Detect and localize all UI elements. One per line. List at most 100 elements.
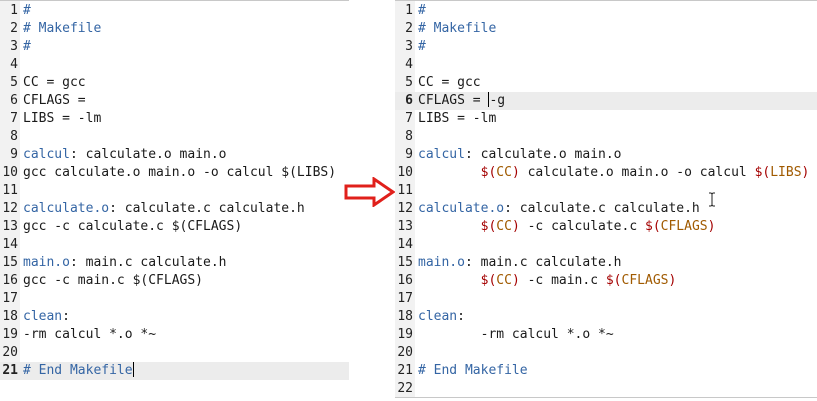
line-text[interactable]: gcc -c main.c $(CFLAGS) bbox=[23, 272, 203, 290]
line-text[interactable]: gcc calculate.o main.o -o calcul $(LIBS) bbox=[23, 164, 336, 182]
variable-token: CFLAGS bbox=[621, 273, 669, 288]
line-text[interactable]: LIBS = -lm bbox=[23, 110, 101, 128]
code-token: CC = gcc bbox=[418, 75, 481, 90]
code-line[interactable]: 7 LIBS = -lm bbox=[395, 110, 817, 128]
code-line[interactable]: 13 $(CC) -c calculate.c $(CFLAGS) bbox=[395, 218, 817, 236]
code-line[interactable]: 1 # bbox=[0, 2, 349, 20]
code-line[interactable]: 6 CFLAGS = -g bbox=[395, 92, 817, 110]
code-line[interactable]: 17 bbox=[395, 290, 817, 308]
line-text[interactable]: main.o: main.c calculate.h bbox=[418, 254, 622, 272]
line-text[interactable]: # End Makefile bbox=[418, 362, 528, 380]
line-number: 18 bbox=[397, 309, 413, 324]
code-line[interactable]: 20 bbox=[0, 344, 349, 362]
variable-token: $( bbox=[754, 165, 771, 180]
line-text[interactable]: LIBS = -lm bbox=[418, 110, 496, 128]
code-line[interactable]: 20 bbox=[395, 344, 817, 362]
code-line[interactable]: 16 gcc -c main.c $(CFLAGS) bbox=[0, 272, 349, 290]
line-text[interactable]: # Makefile bbox=[418, 20, 496, 38]
line-text[interactable]: $(CC) -c main.c $(CFLAGS) bbox=[418, 272, 677, 290]
code-line[interactable]: 18 clean: bbox=[0, 308, 349, 326]
code-line[interactable]: 21 # End Makefile bbox=[395, 362, 817, 380]
comment-token: # bbox=[23, 39, 31, 54]
code-line[interactable]: 11 bbox=[0, 182, 349, 200]
code-line[interactable]: 8 bbox=[0, 128, 349, 146]
code-line[interactable]: 3 # bbox=[0, 38, 349, 56]
line-text[interactable]: # End Makefile bbox=[23, 362, 134, 380]
code-line[interactable]: 9 calcul: calculate.o main.o bbox=[395, 146, 817, 164]
code-line[interactable]: 13 gcc -c calculate.c $(CFLAGS) bbox=[0, 218, 349, 236]
code-line[interactable]: 7 LIBS = -lm bbox=[0, 110, 349, 128]
line-number: 22 bbox=[397, 381, 413, 396]
line-number: 2 bbox=[10, 21, 18, 36]
line-text[interactable]: # bbox=[418, 38, 426, 56]
line-text[interactable]: CFLAGS = bbox=[23, 92, 86, 110]
code-line[interactable]: 11 bbox=[395, 182, 817, 200]
code-line[interactable]: 12 calculate.o: calculate.c calculate.h bbox=[0, 200, 349, 218]
line-text[interactable]: CFLAGS = -g bbox=[418, 92, 505, 110]
line-text[interactable]: clean: bbox=[418, 308, 465, 326]
line-number: 9 bbox=[10, 147, 18, 162]
code-token: -rm calcul *.o *~ bbox=[418, 327, 614, 342]
code-line[interactable]: 3 # bbox=[395, 38, 817, 56]
line-text[interactable]: # bbox=[23, 38, 31, 56]
code-line[interactable]: 5 CC = gcc bbox=[395, 74, 817, 92]
line-text[interactable]: CC = gcc bbox=[23, 74, 86, 92]
line-text[interactable]: calculate.o: calculate.c calculate.h bbox=[23, 200, 305, 218]
line-text[interactable]: $(CC) calculate.o main.o -o calcul $(LIB… bbox=[418, 164, 810, 182]
code-line[interactable]: 6 CFLAGS = bbox=[0, 92, 349, 110]
line-number: 3 bbox=[405, 39, 413, 54]
line-text[interactable]: # bbox=[418, 2, 426, 20]
line-text[interactable]: # bbox=[23, 2, 31, 20]
line-number: 17 bbox=[2, 291, 18, 306]
line-text[interactable]: $(CC) -c calculate.c $(CFLAGS) bbox=[418, 218, 716, 236]
code-line[interactable]: 4 bbox=[395, 56, 817, 74]
line-number: 14 bbox=[397, 237, 413, 252]
code-line[interactable]: 2 # Makefile bbox=[395, 20, 817, 38]
code-line[interactable]: 15 main.o: main.c calculate.h bbox=[0, 254, 349, 272]
code-token: -g bbox=[489, 93, 506, 108]
line-text[interactable]: # Makefile bbox=[23, 20, 101, 38]
line-text[interactable]: calcul: calculate.o main.o bbox=[23, 146, 227, 164]
code-token: CFLAGS = bbox=[23, 93, 86, 108]
code-line[interactable]: 19 -rm calcul *.o *~ bbox=[0, 326, 349, 344]
right-editor-pane[interactable]: 1 #2 # Makefile 3 #4 5 CC = gcc 6 CFLAGS = -g 7 LI… bbox=[395, 0, 817, 398]
code-line[interactable]: 16 $(CC) -c main.c $(CFLAGS) bbox=[395, 272, 817, 290]
code-line[interactable]: 22 bbox=[395, 380, 817, 398]
code-line[interactable]: 12 calculate.o: calculate.c calculate.h bbox=[395, 200, 817, 218]
code-line[interactable]: 18 clean: bbox=[395, 308, 817, 326]
code-line[interactable]: 8 bbox=[395, 128, 817, 146]
left-editor-pane[interactable]: 1 #2 # Makefile 3 #4 5 CC = gcc 6 CFLAGS = 7 LIBS … bbox=[0, 0, 349, 380]
variable-token: CC bbox=[496, 165, 512, 180]
line-number: 19 bbox=[2, 327, 18, 342]
line-text[interactable]: gcc -c calculate.c $(CFLAGS) bbox=[23, 218, 242, 236]
line-text[interactable]: main.o: main.c calculate.h bbox=[23, 254, 227, 272]
variable-token: ) bbox=[511, 273, 520, 288]
line-number: 8 bbox=[405, 129, 413, 144]
code-line[interactable]: 10 gcc calculate.o main.o -o calcul $(LIB… bbox=[0, 164, 349, 182]
code-line[interactable]: 21 # End Makefile bbox=[0, 362, 349, 380]
line-text[interactable]: calculate.o: calculate.c calculate.h bbox=[418, 200, 700, 218]
code-line[interactable]: 19 -rm calcul *.o *~ bbox=[395, 326, 817, 344]
line-text[interactable]: clean: bbox=[23, 308, 70, 326]
code-line[interactable]: 10 $(CC) calculate.o main.o -o calcul $(… bbox=[395, 164, 817, 182]
code-line[interactable]: 14 bbox=[0, 236, 349, 254]
code-line[interactable]: 5 CC = gcc bbox=[0, 74, 349, 92]
variable-token: $( bbox=[480, 273, 497, 288]
code-line[interactable]: 2 # Makefile bbox=[0, 20, 349, 38]
code-line[interactable]: 4 bbox=[0, 56, 349, 74]
line-number: 13 bbox=[2, 219, 18, 234]
code-lines[interactable]: 1 #2 # Makefile 3 #4 5 CC = gcc 6 CFLAGS = -g 7 LI… bbox=[395, 2, 817, 398]
line-text[interactable]: calcul: calculate.o main.o bbox=[418, 146, 622, 164]
line-text[interactable]: -rm calcul *.o *~ bbox=[418, 326, 614, 344]
code-token: -rm calcul *.o *~ bbox=[23, 327, 157, 342]
code-lines[interactable]: 1 #2 # Makefile 3 #4 5 CC = gcc 6 CFLAGS = 7 LIBS … bbox=[0, 2, 349, 380]
code-line[interactable]: 9 calcul: calculate.o main.o bbox=[0, 146, 349, 164]
line-number: 12 bbox=[397, 201, 413, 216]
line-text[interactable]: CC = gcc bbox=[418, 74, 481, 92]
code-token: : calculate.c calculate.h bbox=[504, 201, 700, 216]
line-text[interactable]: -rm calcul *.o *~ bbox=[23, 326, 156, 344]
code-line[interactable]: 15 main.o: main.c calculate.h bbox=[395, 254, 817, 272]
code-line[interactable]: 1 # bbox=[395, 2, 817, 20]
code-line[interactable]: 17 bbox=[0, 290, 349, 308]
code-line[interactable]: 14 bbox=[395, 236, 817, 254]
